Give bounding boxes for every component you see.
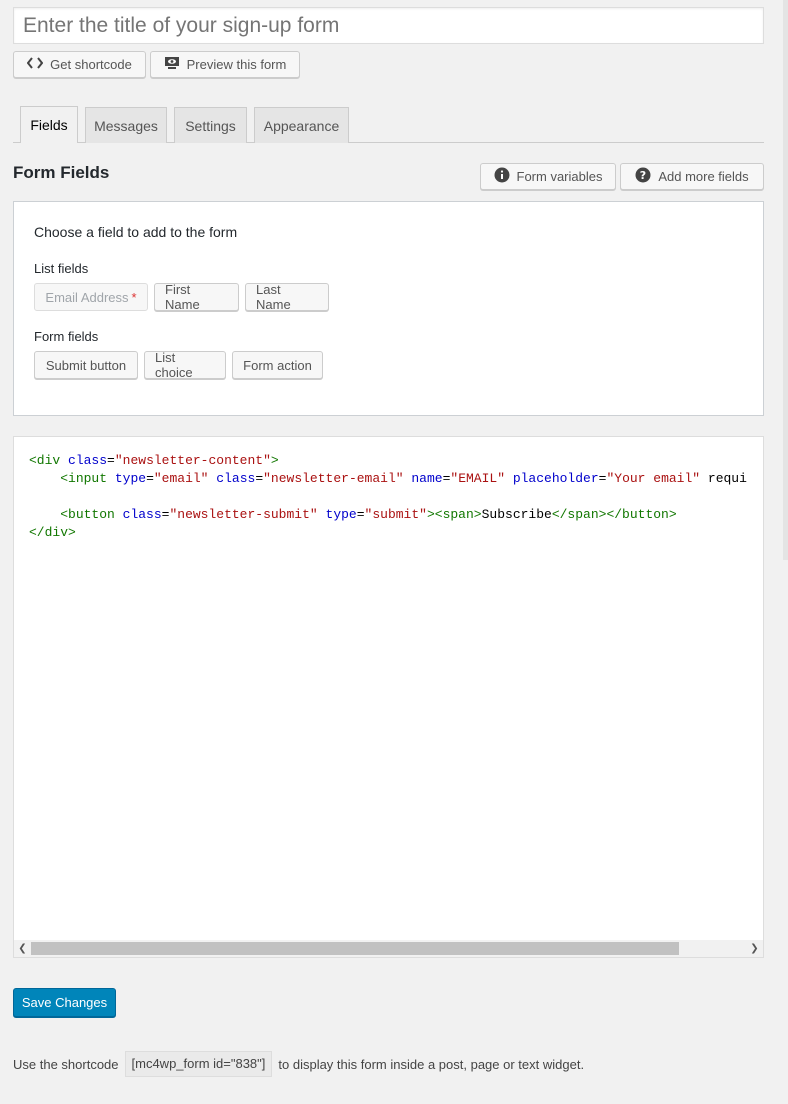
tab-messages[interactable]: Messages bbox=[85, 107, 167, 143]
shortcode-prefix: Use the shortcode bbox=[13, 1056, 119, 1072]
required-mark: * bbox=[131, 289, 137, 305]
scrollbar-thumb[interactable] bbox=[31, 942, 679, 955]
scroll-left-icon[interactable]: ❮ bbox=[14, 940, 31, 957]
form-code-editor[interactable]: <div class="newsletter-content"> <input … bbox=[13, 436, 764, 958]
code-icon bbox=[26, 57, 44, 72]
tab-messages-label: Messages bbox=[94, 117, 158, 134]
email-address-label: Email Address bbox=[45, 289, 129, 305]
preview-form-label: Preview this form bbox=[186, 57, 287, 72]
first-name-label: First Name bbox=[165, 282, 200, 312]
list-choice-label: List choice bbox=[155, 350, 193, 380]
info-icon bbox=[494, 167, 510, 186]
list-fields-label: List fields bbox=[34, 261, 89, 276]
shortcode-info: Use the shortcode [mc4wp_form id="838"] … bbox=[13, 1050, 584, 1078]
tab-settings[interactable]: Settings bbox=[174, 107, 247, 143]
get-shortcode-button[interactable]: Get shortcode bbox=[13, 51, 146, 78]
screen-eye-icon bbox=[164, 56, 180, 73]
tab-fields-label: Fields bbox=[30, 117, 68, 133]
get-shortcode-label: Get shortcode bbox=[50, 57, 132, 72]
form-action-label: Form action bbox=[243, 357, 312, 373]
shortcode-value[interactable]: [mc4wp_form id="838"] bbox=[124, 1051, 273, 1077]
form-fields-title: Form Fields bbox=[13, 163, 110, 182]
list-choice-field-button[interactable]: List choice bbox=[144, 350, 226, 380]
submit-button-label: Submit button bbox=[45, 357, 127, 373]
tab-settings-label: Settings bbox=[185, 117, 236, 134]
tab-appearance-label: Appearance bbox=[263, 117, 340, 134]
page-scrollbar[interactable] bbox=[783, 0, 788, 560]
question-icon: ? bbox=[635, 167, 651, 186]
code-content[interactable]: <div class="newsletter-content"> <input … bbox=[29, 452, 747, 542]
email-address-field-button: Email Address * bbox=[34, 283, 148, 311]
tab-appearance[interactable]: Appearance bbox=[254, 107, 349, 143]
form-fields-label: Form fields bbox=[34, 329, 99, 344]
add-more-fields-button[interactable]: ? Add more fields bbox=[620, 163, 764, 190]
scroll-right-icon[interactable]: ❯ bbox=[746, 940, 763, 957]
first-name-field-button[interactable]: First Name bbox=[154, 282, 239, 312]
form-variables-button[interactable]: Form variables bbox=[480, 163, 616, 190]
last-name-label: Last Name bbox=[256, 282, 291, 312]
add-more-fields-label: Add more fields bbox=[658, 169, 749, 184]
form-variables-label: Form variables bbox=[516, 169, 603, 184]
preview-form-button[interactable]: Preview this form bbox=[150, 51, 300, 78]
last-name-field-button[interactable]: Last Name bbox=[245, 282, 329, 312]
form-title-input[interactable] bbox=[13, 7, 764, 44]
submit-button-field-button[interactable]: Submit button bbox=[34, 351, 138, 379]
tab-fields[interactable]: Fields bbox=[20, 106, 78, 143]
save-changes-button[interactable]: Save Changes bbox=[13, 988, 116, 1017]
svg-text:?: ? bbox=[640, 169, 646, 182]
form-action-field-button[interactable]: Form action bbox=[232, 351, 323, 379]
shortcode-suffix: to display this form inside a post, page… bbox=[278, 1056, 585, 1072]
choose-field-heading: Choose a field to add to the form bbox=[34, 224, 238, 240]
